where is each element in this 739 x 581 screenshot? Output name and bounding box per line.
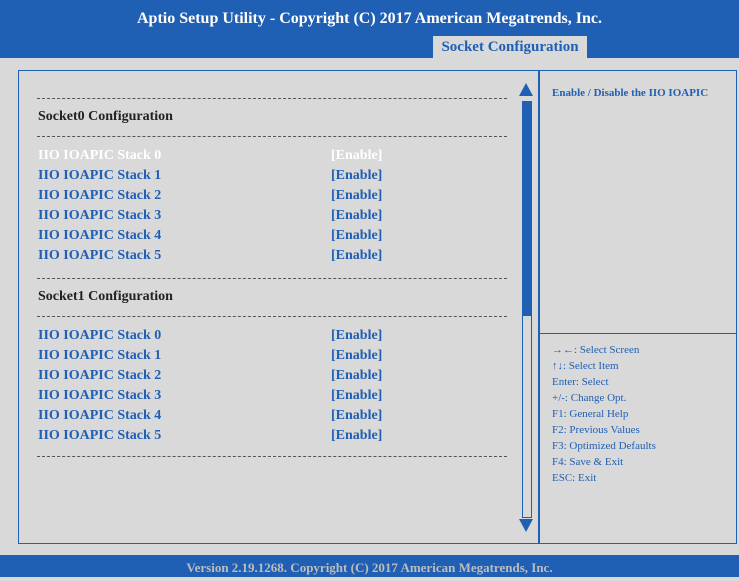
- separator: [37, 136, 507, 137]
- scrollbar-track[interactable]: [522, 101, 532, 518]
- key-hint: Enter: Select: [552, 376, 609, 388]
- tab-bar: Socket Configuration: [0, 34, 739, 58]
- key-hint: →←: Select Screen: [552, 344, 640, 356]
- setting-label-socket1-stack0[interactable]: IIO IOAPIC Stack 0: [38, 328, 161, 344]
- setting-label-socket1-stack2[interactable]: IIO IOAPIC Stack 2: [38, 368, 161, 384]
- setting-value-socket1-stack2[interactable]: [Enable]: [331, 368, 382, 384]
- setting-label-socket0-stack3[interactable]: IIO IOAPIC Stack 3: [38, 208, 161, 224]
- help-description: Enable / Disable the IIO IOAPIC: [552, 87, 709, 99]
- setting-label-socket1-stack3[interactable]: IIO IOAPIC Stack 3: [38, 388, 161, 404]
- key-hint: F3: Optimized Defaults: [552, 440, 656, 452]
- key-hint: F1: General Help: [552, 408, 629, 420]
- separator: [37, 456, 507, 457]
- setting-label-socket1-stack4[interactable]: IIO IOAPIC Stack 4: [38, 408, 161, 424]
- app-title: Aptio Setup Utility - Copyright (C) 2017…: [136, 10, 602, 27]
- settings-panel: Socket0 Configuration IIO IOAPIC Stack 0…: [18, 70, 539, 544]
- help-panel: Enable / Disable the IIO IOAPIC →←: Sele…: [539, 70, 737, 544]
- setting-label-socket0-stack0[interactable]: IIO IOAPIC Stack 0: [38, 148, 161, 164]
- setting-value-socket1-stack4[interactable]: [Enable]: [331, 408, 382, 424]
- key-hint: +/-: Change Opt.: [552, 392, 627, 404]
- help-divider: [540, 333, 736, 334]
- setting-value-socket0-stack1[interactable]: [Enable]: [331, 168, 382, 184]
- setting-value-socket0-stack0[interactable]: [Enable]: [331, 148, 382, 164]
- setting-label-socket0-stack4[interactable]: IIO IOAPIC Stack 4: [38, 228, 161, 244]
- key-hint: ESC: Exit: [552, 472, 597, 484]
- setting-value-socket0-stack5[interactable]: [Enable]: [331, 248, 382, 264]
- setting-value-socket0-stack4[interactable]: [Enable]: [331, 228, 382, 244]
- section-title-socket1: Socket1 Configuration: [38, 289, 173, 304]
- setting-value-socket1-stack1[interactable]: [Enable]: [331, 348, 382, 364]
- setting-value-socket1-stack5[interactable]: [Enable]: [331, 428, 382, 444]
- scrollbar-thumb[interactable]: [523, 102, 531, 316]
- separator: [37, 98, 507, 99]
- separator: [37, 316, 507, 317]
- app-title-bar: Aptio Setup Utility - Copyright (C) 2017…: [0, 0, 739, 34]
- setting-value-socket0-stack3[interactable]: [Enable]: [331, 208, 382, 224]
- separator: [37, 278, 507, 279]
- setting-label-socket0-stack2[interactable]: IIO IOAPIC Stack 2: [38, 188, 161, 204]
- scroll-down-arrow-icon[interactable]: [519, 519, 533, 532]
- key-hint: F2: Previous Values: [552, 424, 640, 436]
- section-title-socket0: Socket0 Configuration: [38, 109, 173, 124]
- setting-value-socket0-stack2[interactable]: [Enable]: [331, 188, 382, 204]
- setting-label-socket0-stack1[interactable]: IIO IOAPIC Stack 1: [38, 168, 161, 184]
- scroll-up-arrow-icon[interactable]: [519, 83, 533, 96]
- key-hint: F4: Save & Exit: [552, 456, 624, 468]
- version-footer: Version 2.19.1268. Copyright (C) 2017 Am…: [0, 555, 739, 577]
- footer-text: Version 2.19.1268. Copyright (C) 2017 Am…: [186, 560, 553, 575]
- setting-label-socket1-stack5[interactable]: IIO IOAPIC Stack 5: [38, 428, 161, 444]
- setting-label-socket1-stack1[interactable]: IIO IOAPIC Stack 1: [38, 348, 161, 364]
- key-legend: →←: Select Screen ↑↓: Select Item Enter:…: [552, 342, 656, 486]
- setting-value-socket1-stack3[interactable]: [Enable]: [331, 388, 382, 404]
- setting-value-socket1-stack0[interactable]: [Enable]: [331, 328, 382, 344]
- key-hint: ↑↓: Select Item: [552, 360, 619, 372]
- setting-label-socket0-stack5[interactable]: IIO IOAPIC Stack 5: [38, 248, 161, 264]
- tab-socket-configuration[interactable]: Socket Configuration: [433, 36, 587, 58]
